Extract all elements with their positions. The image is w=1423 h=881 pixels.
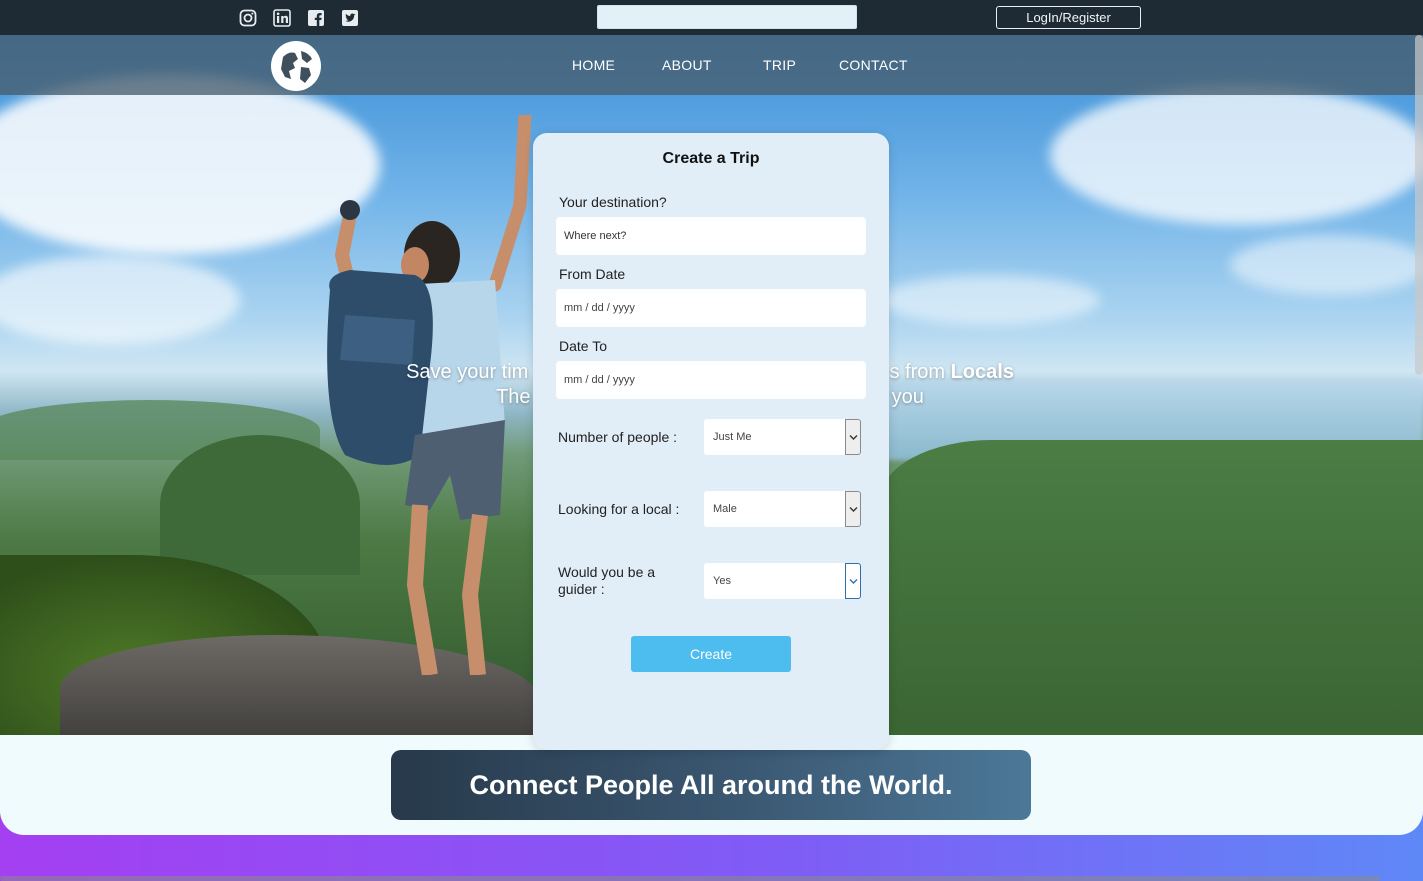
instagram-icon[interactable] <box>239 9 257 27</box>
cloud <box>1230 235 1423 295</box>
local-select[interactable]: Male <box>704 491 861 527</box>
create-button[interactable]: Create <box>631 636 791 672</box>
globe-logo-icon[interactable] <box>271 41 321 91</box>
hero-line2-right: you <box>891 386 924 408</box>
vertical-scrollbar[interactable] <box>1415 35 1423 375</box>
hero-line1-bold: Locals <box>950 361 1014 383</box>
valley <box>880 440 1423 735</box>
nav-about[interactable]: ABOUT <box>662 57 712 73</box>
people-select-value: Just Me <box>713 431 752 443</box>
from-date-label: From Date <box>559 266 626 282</box>
chevron-down-icon[interactable] <box>845 419 861 455</box>
nav-trip[interactable]: TRIP <box>763 57 796 73</box>
nav-home[interactable]: HOME <box>572 57 615 73</box>
destination-label: Your destination? <box>559 194 667 210</box>
hero-line1-left: Save your tim <box>406 361 529 383</box>
people-select[interactable]: Just Me <box>704 419 861 455</box>
login-register-button[interactable]: LogIn/Register <box>996 6 1141 29</box>
twitter-icon[interactable] <box>341 9 359 27</box>
to-date-label: Date To <box>559 338 607 354</box>
local-label: Looking for a local : <box>558 501 680 517</box>
facebook-icon[interactable] <box>307 9 325 27</box>
top-search-input[interactable] <box>597 5 857 29</box>
guider-label: Would you be a guider : <box>558 564 656 597</box>
chevron-down-icon[interactable] <box>845 491 861 527</box>
from-date-input[interactable]: mm / dd / yyyy <box>556 289 866 327</box>
destination-input[interactable]: Where next? <box>556 217 866 255</box>
horizontal-scrollbar[interactable] <box>0 876 1380 881</box>
guider-select-value: Yes <box>713 575 731 587</box>
linkedin-icon[interactable] <box>273 9 291 27</box>
hero-line2-left: The <box>496 386 531 408</box>
local-select-value: Male <box>713 503 737 515</box>
people-label: Number of people : <box>558 429 678 445</box>
guider-select[interactable]: Yes <box>704 563 861 599</box>
cloud <box>880 275 1100 325</box>
create-trip-form: Create a Trip Your destination? Where ne… <box>533 133 889 750</box>
to-date-input[interactable]: mm / dd / yyyy <box>556 361 866 399</box>
nav-contact[interactable]: CONTACT <box>839 57 908 73</box>
hero-line1-right: s from <box>889 361 951 383</box>
chevron-down-icon[interactable] <box>845 563 861 599</box>
cloud <box>1050 85 1423 225</box>
connect-banner: Connect People All around the World. <box>391 750 1031 820</box>
main-navbar: HOME ABOUT TRIP CONTACT <box>0 35 1423 95</box>
form-title: Create a Trip <box>662 150 760 167</box>
cloud <box>0 255 240 345</box>
top-bar: LogIn/Register <box>0 0 1423 35</box>
